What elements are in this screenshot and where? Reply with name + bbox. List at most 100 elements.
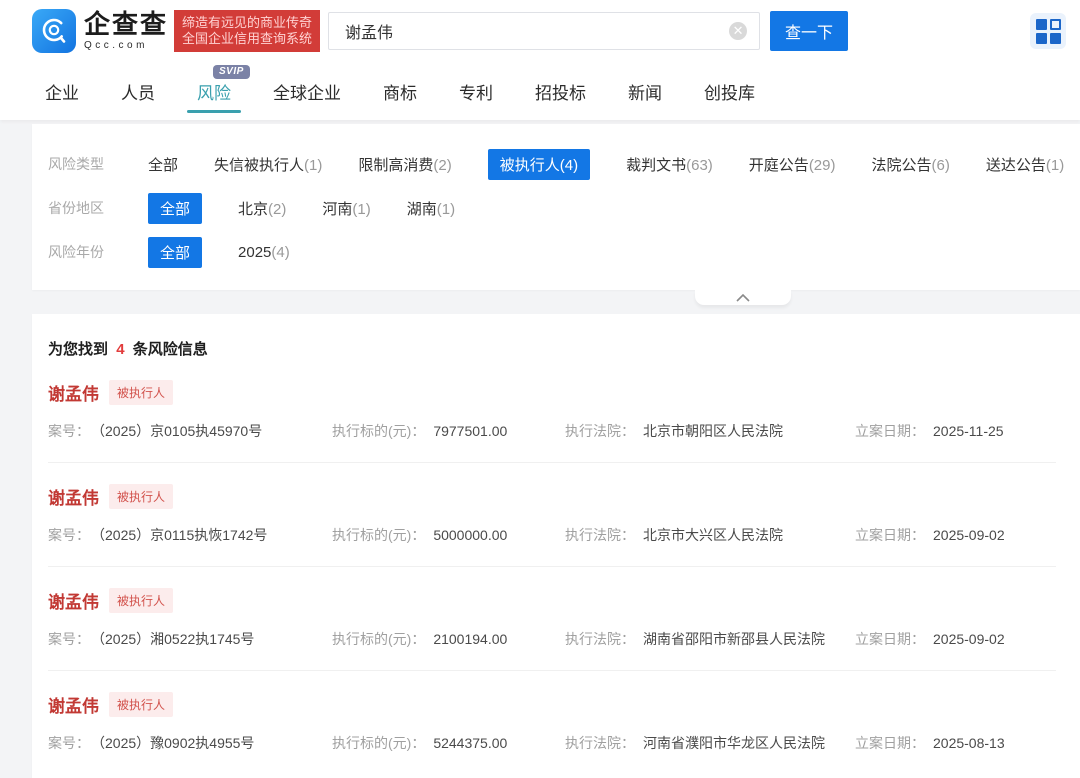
tab-person[interactable]: 人员 xyxy=(121,62,155,120)
court-label: 执行法院： xyxy=(565,735,635,751)
tab-label: 新闻 xyxy=(628,79,662,104)
qcc-logo-icon xyxy=(32,9,76,53)
tab-risk[interactable]: SVIP 风险 xyxy=(197,62,231,120)
brand-domain: Qcc.com xyxy=(84,40,168,51)
filing-date-label: 立案日期： xyxy=(855,631,925,647)
header: 企查查 Qcc.com 缔造有远见的商业传奇 全国企业信用查询系统 谢孟伟 ✕ … xyxy=(0,0,1080,62)
court-value: 湖南省邵阳市新邵县人民法院 xyxy=(643,631,825,647)
apps-grid-icon[interactable] xyxy=(1030,13,1066,49)
court-label: 执行法院： xyxy=(565,631,635,647)
risk-item-fields: 案号：（2025）京0115执恢1742号 执行标的(元)：5000000.00… xyxy=(48,525,1056,545)
amount-value: 7977501.00 xyxy=(433,423,507,439)
tab-trademark[interactable]: 商标 xyxy=(383,62,417,120)
court-value: 河南省濮阳市华龙区人民法院 xyxy=(643,735,825,751)
risk-item: 谢孟伟 被执行人 案号：（2025）豫0902执4955号 执行标的(元)：52… xyxy=(48,671,1056,774)
risk-item-fields: 案号：（2025）湘0522执1745号 执行标的(元)：2100194.00 … xyxy=(48,629,1056,649)
tab-label: 风险 xyxy=(197,79,231,104)
court-label: 执行法院： xyxy=(565,527,635,543)
filter-options: 全部 北京(2) 河南(1) 湖南(1) xyxy=(148,193,455,224)
filter-option-henan[interactable]: 河南(1) xyxy=(322,198,370,219)
filter-option-songda[interactable]: 送达公告(1) xyxy=(986,154,1064,175)
search-bar: 谢孟伟 ✕ 查一下 xyxy=(328,11,848,51)
person-name-link[interactable]: 谢孟伟 xyxy=(48,380,99,405)
brand[interactable]: 企查查 Qcc.com xyxy=(32,9,168,53)
filter-label: 风险年份 xyxy=(48,242,148,262)
clear-search-icon[interactable]: ✕ xyxy=(729,22,747,40)
case-number-label: 案号： xyxy=(48,735,90,751)
filter-option-beijing[interactable]: 北京(2) xyxy=(238,198,286,219)
court-value: 北京市大兴区人民法院 xyxy=(643,527,783,543)
risk-item-head: 谢孟伟 被执行人 xyxy=(48,380,1056,405)
filter-option-all[interactable]: 全部 xyxy=(148,193,202,224)
filter-option-shixin[interactable]: 失信被执行人(1) xyxy=(214,154,322,175)
risk-item-head: 谢孟伟 被执行人 xyxy=(48,484,1056,509)
filter-option-fayuan[interactable]: 法院公告(6) xyxy=(872,154,950,175)
brand-name: 企查查 xyxy=(84,11,168,37)
svip-badge: SVIP xyxy=(213,65,250,79)
filter-option-all[interactable]: 全部 xyxy=(148,237,202,268)
filter-option-all[interactable]: 全部 xyxy=(148,154,178,175)
tab-label: 全球企业 xyxy=(273,79,341,104)
tab-label: 商标 xyxy=(383,79,417,104)
person-name-link[interactable]: 谢孟伟 xyxy=(48,484,99,509)
filter-option-kaiting[interactable]: 开庭公告(29) xyxy=(749,154,836,175)
risk-item-head: 谢孟伟 被执行人 xyxy=(48,588,1056,613)
filing-date-value: 2025-08-13 xyxy=(933,735,1005,751)
tab-global-enterprise[interactable]: 全球企业 xyxy=(273,62,341,120)
tab-label: 企业 xyxy=(45,79,79,104)
person-name-link[interactable]: 谢孟伟 xyxy=(48,588,99,613)
filter-options: 全部 2025(4) xyxy=(148,237,290,268)
tab-label: 创投库 xyxy=(704,79,755,104)
amount-value: 5000000.00 xyxy=(433,527,507,543)
status-badge: 被执行人 xyxy=(109,692,173,717)
person-name-link[interactable]: 谢孟伟 xyxy=(48,692,99,717)
status-badge: 被执行人 xyxy=(109,380,173,405)
main-nav: 企业 人员 SVIP 风险 全球企业 商标 专利 招投标 新闻 创投库 xyxy=(0,62,1080,120)
court-label: 执行法院： xyxy=(565,423,635,439)
filter-label: 省份地区 xyxy=(48,198,148,218)
case-number-value: （2025）豫0902执4955号 xyxy=(98,735,254,751)
slogan-banner: 缔造有远见的商业传奇 全国企业信用查询系统 xyxy=(174,10,320,52)
grid-square-hollow xyxy=(1050,19,1061,30)
filter-option-2025[interactable]: 2025(4) xyxy=(238,244,290,261)
filter-option-hunan[interactable]: 湖南(1) xyxy=(407,198,455,219)
results-count: 4 xyxy=(116,341,124,358)
amount-label: 执行标的(元)： xyxy=(332,423,425,439)
risk-item-fields: 案号： （2025）京0105执45970号 执行标的(元)： 7977501.00… xyxy=(48,421,1056,441)
tab-bidding[interactable]: 招投标 xyxy=(535,62,586,120)
filing-date-label: 立案日期： xyxy=(855,527,925,543)
case-number-label: 案号： xyxy=(48,423,90,439)
filter-row-province: 省份地区 全部 北京(2) 河南(1) 湖南(1) xyxy=(48,186,1080,230)
case-number-value: （2025）京0105执45970号 xyxy=(98,423,262,439)
court-value: 北京市朝阳区人民法院 xyxy=(643,423,783,439)
filing-date-value: 2025-11-25 xyxy=(933,423,1004,439)
collapse-filters-button[interactable] xyxy=(695,290,791,305)
risk-item: 谢孟伟 被执行人 案号： （2025）京0105执45970号 执行标的(元)： 7… xyxy=(48,359,1056,463)
search-value: 谢孟伟 xyxy=(345,19,729,43)
tab-label: 人员 xyxy=(121,79,155,104)
summary-suffix: 条风险信息 xyxy=(133,341,208,358)
filter-row-risk-type: 风险类型 全部 失信被执行人(1) 限制高消费(2) 被执行人(4) 裁判文书(… xyxy=(48,142,1080,186)
amount-label: 执行标的(元)： xyxy=(332,631,425,647)
tab-patent[interactable]: 专利 xyxy=(459,62,493,120)
case-number-label: 案号： xyxy=(48,631,90,647)
chevron-up-icon xyxy=(736,294,750,302)
case-number-value: （2025）京0115执恢1742号 xyxy=(98,527,267,543)
tab-label: 专利 xyxy=(459,79,493,104)
risk-item-head: 谢孟伟 被执行人 xyxy=(48,692,1056,717)
search-input[interactable]: 谢孟伟 ✕ xyxy=(328,12,760,50)
search-button[interactable]: 查一下 xyxy=(770,11,848,51)
tab-enterprise[interactable]: 企业 xyxy=(45,62,79,120)
filter-option-beizhixingren[interactable]: 被执行人(4) xyxy=(488,149,590,180)
filter-label: 风险类型 xyxy=(48,154,148,174)
tab-news[interactable]: 新闻 xyxy=(628,62,662,120)
filter-option-xianzhi[interactable]: 限制高消费(2) xyxy=(358,154,451,175)
risk-item-fields: 案号：（2025）豫0902执4955号 执行标的(元)：5244375.00 … xyxy=(48,733,1056,753)
brand-text: 企查查 Qcc.com xyxy=(84,11,168,51)
amount-label: 执行标的(元)： xyxy=(332,735,425,751)
filter-row-year: 风险年份 全部 2025(4) xyxy=(48,230,1080,274)
amount-label: 执行标的(元)： xyxy=(332,527,425,543)
filing-date-value: 2025-09-02 xyxy=(933,631,1005,647)
tab-venture[interactable]: 创投库 xyxy=(704,62,755,120)
filter-option-caipan[interactable]: 裁判文书(63) xyxy=(626,154,713,175)
